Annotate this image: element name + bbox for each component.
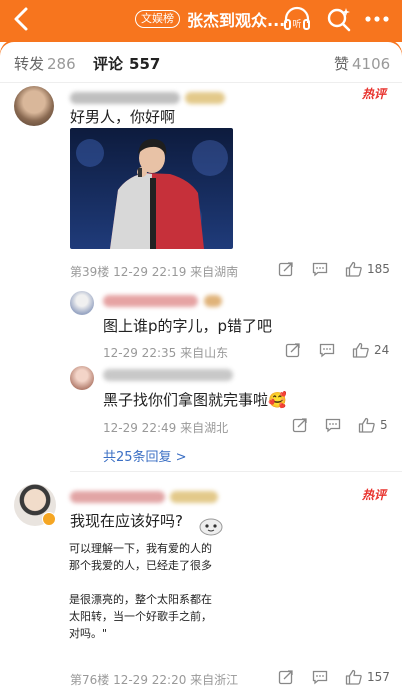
- comment-meta: 第39楼 12-29 22:19 来自湖南: [70, 265, 239, 279]
- reply-like-button[interactable]: 24: [352, 342, 389, 358]
- reply-text[interactable]: 图上谁p的字儿，p错了吧: [103, 315, 272, 336]
- tab-divider: [0, 82, 402, 83]
- comment-screenshot-image[interactable]: 可以理解一下，我有爱的人的 那个我爱的人，已经走了很多 是很漂亮的，整个太阳系都…: [66, 536, 236, 644]
- share-icon: [292, 418, 307, 433]
- topic-title[interactable]: 文娱榜 张杰到观众...: [135, 8, 285, 30]
- back-button[interactable]: [8, 4, 36, 34]
- reply-button[interactable]: [312, 669, 328, 685]
- share-button[interactable]: [278, 261, 294, 277]
- hot-comment-badge: 热评: [362, 488, 387, 502]
- reply-button[interactable]: [312, 261, 328, 277]
- tab-likes[interactable]: 赞 4106: [334, 53, 390, 74]
- more-dots-icon: [365, 16, 389, 22]
- verified-badge-icon: [42, 512, 56, 526]
- like-button[interactable]: 185: [345, 261, 390, 277]
- search-icon: [327, 8, 351, 32]
- share-icon: [278, 670, 293, 685]
- comment-text[interactable]: 好男人，你好啊: [70, 106, 175, 127]
- search-button[interactable]: [324, 5, 354, 33]
- tab-reposts[interactable]: 转发 286: [14, 53, 76, 74]
- screenshot-text: 可以理解一下，我有爱的人的 那个我爱的人，已经走了很多 是很漂亮的，整个太阳系都…: [69, 540, 212, 642]
- category-tag: 文娱榜: [135, 10, 180, 28]
- reply-meta: 12-29 22:49 来自湖北: [103, 421, 229, 435]
- comment-icon: [325, 418, 341, 433]
- reply-avatar[interactable]: [70, 291, 94, 315]
- reply-reply-button[interactable]: [319, 342, 335, 358]
- reply-like-count: 24: [374, 343, 390, 357]
- reply-badge-blurred: [204, 295, 222, 307]
- avatar[interactable]: [14, 86, 54, 126]
- thumbs-up-icon: [345, 261, 362, 277]
- share-icon: [278, 262, 293, 277]
- user-badge-blurred: [170, 491, 218, 503]
- thumbs-up-icon: [352, 342, 369, 358]
- reply-share-button[interactable]: [292, 417, 308, 433]
- more-replies-link[interactable]: 共25条回复 >: [103, 446, 187, 465]
- page-title: 张杰到观众...: [187, 11, 286, 30]
- reply-meta: 12-29 22:35 来自山东: [103, 346, 229, 360]
- username-blurred[interactable]: [70, 92, 180, 104]
- headphones-icon: 听: [284, 6, 310, 30]
- comment-icon: [312, 670, 328, 685]
- username-blurred[interactable]: [70, 491, 165, 503]
- reply-share-button[interactable]: [285, 342, 301, 358]
- comment-meta: 第76楼 12-29 22:20 来自浙江: [70, 673, 239, 687]
- hot-comment-badge: 热评: [362, 87, 387, 101]
- thumbs-up-icon: [345, 669, 362, 685]
- comment-divider: [70, 471, 402, 472]
- more-menu-button[interactable]: [362, 5, 392, 33]
- screenshot-line: 是很漂亮的，整个太阳系都在: [69, 593, 212, 606]
- kiss-emoji-icon: 🥰: [268, 391, 287, 409]
- sticker-icon: [198, 514, 224, 536]
- reply-like-button[interactable]: 5: [358, 417, 388, 433]
- reply-text: 黑子找你们拿图就完事啦: [103, 391, 269, 409]
- tab-bar: 转发 286 评论 557 赞 4106: [0, 42, 402, 82]
- listen-label: 听: [292, 19, 301, 30]
- like-button[interactable]: 157: [345, 669, 390, 685]
- listen-button[interactable]: 听: [282, 5, 312, 33]
- reply-reply-button[interactable]: [325, 417, 341, 433]
- like-count: 185: [367, 262, 390, 276]
- share-icon: [285, 343, 300, 358]
- comment-image[interactable]: [70, 128, 233, 249]
- user-badge-blurred: [185, 92, 225, 104]
- tab-reposts-count: 286: [47, 55, 76, 73]
- reply-text-row[interactable]: 黑子找你们拿图就完事啦🥰: [103, 389, 287, 410]
- tab-comments-count: 557: [129, 55, 161, 73]
- screenshot-line: [69, 574, 212, 591]
- thumbs-up-icon: [358, 417, 375, 433]
- tab-likes-label: 赞: [334, 55, 350, 73]
- reply-avatar[interactable]: [70, 366, 94, 390]
- share-button[interactable]: [278, 669, 294, 685]
- tab-likes-count: 4106: [352, 55, 391, 73]
- screenshot-line: 太阳转，当一个好歌手之前，: [69, 610, 212, 623]
- reply-like-count: 5: [380, 418, 388, 432]
- top-bar: 文娱榜 张杰到观众... 听: [0, 0, 402, 42]
- reply-username-blurred[interactable]: [103, 295, 198, 307]
- tab-comments[interactable]: 评论 557: [93, 53, 160, 74]
- like-count: 157: [367, 670, 390, 684]
- comment-icon: [312, 262, 328, 277]
- tab-comments-label: 评论: [93, 55, 124, 73]
- chevron-left-icon: [14, 7, 28, 31]
- reply-username-blurred[interactable]: [103, 369, 233, 381]
- screenshot-line: 对吗。": [69, 627, 108, 640]
- screenshot-line: 可以理解一下，我有爱的人的: [69, 542, 212, 555]
- concert-photo: [70, 128, 233, 249]
- comment-text[interactable]: 我现在应该好吗?: [70, 510, 183, 531]
- comment-icon: [319, 343, 335, 358]
- tab-reposts-label: 转发: [14, 55, 45, 73]
- screenshot-line: 那个我爱的人，已经走了很多: [69, 559, 212, 572]
